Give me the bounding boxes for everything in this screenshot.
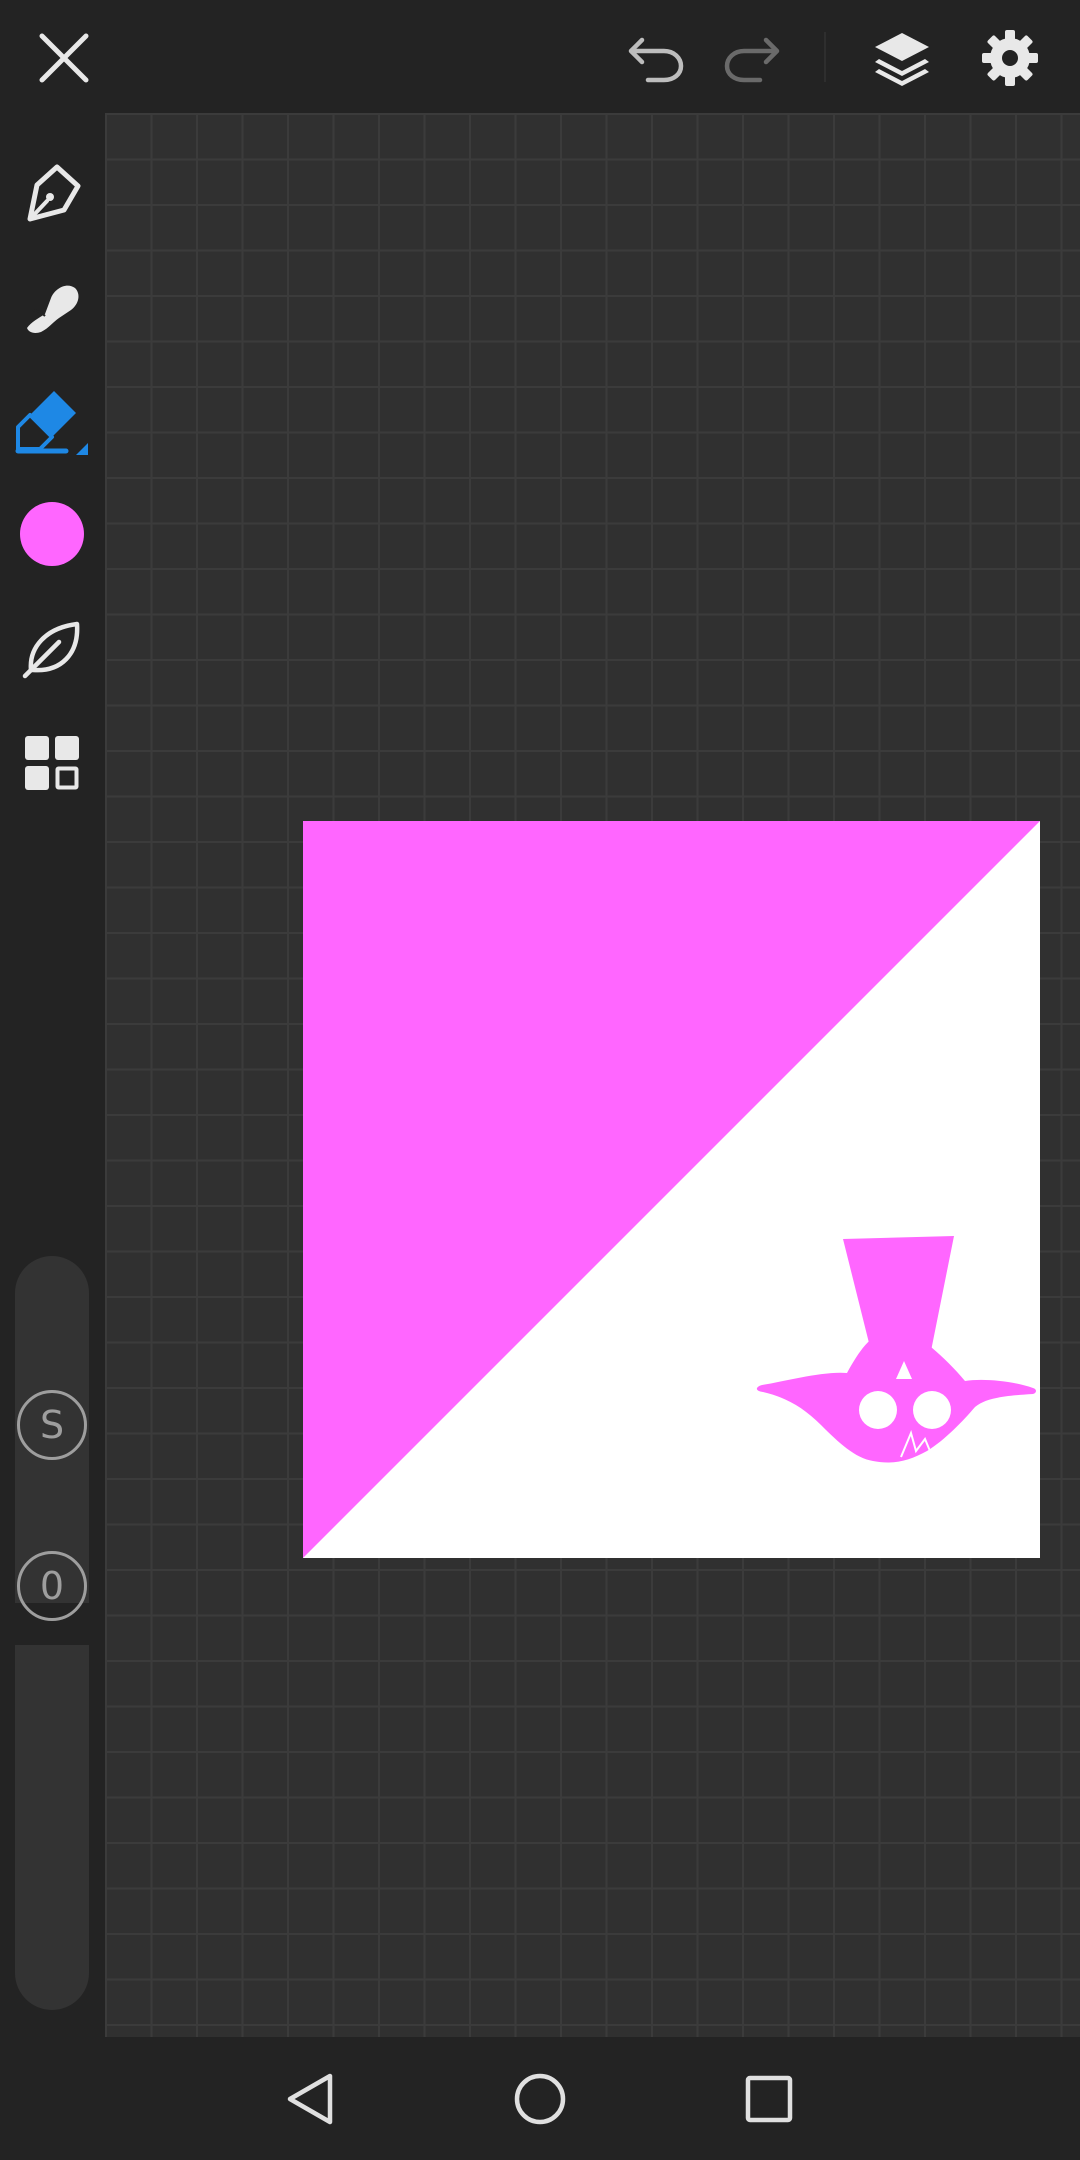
top-toolbar: [0, 0, 1080, 113]
drawing-workspace[interactable]: [105, 113, 1080, 2037]
nav-recents-button[interactable]: [727, 2057, 811, 2141]
current-color-swatch: [20, 502, 84, 566]
color-picker-button[interactable]: [8, 490, 96, 578]
system-navigation-bar: [0, 2037, 1080, 2160]
layers-icon: [875, 33, 929, 86]
grid-icon: [25, 736, 79, 790]
tool-eraser[interactable]: [8, 377, 96, 465]
nav-back-button[interactable]: [268, 2057, 352, 2141]
gear-icon: [982, 30, 1038, 86]
undo-button[interactable]: [614, 16, 698, 100]
redo-icon: [724, 37, 780, 83]
recents-square-icon: [745, 2075, 793, 2123]
settings-button[interactable]: [968, 16, 1052, 100]
tool-sidebar: S 0: [0, 113, 105, 2037]
smudge-finger-icon: [27, 285, 79, 333]
more-tools-button[interactable]: [8, 719, 96, 807]
leaf-icon: [22, 621, 80, 679]
brush-size-slider-thumb[interactable]: S: [17, 1390, 87, 1460]
eraser-icon: [15, 391, 88, 455]
artwork: [303, 821, 1040, 1558]
nav-home-button[interactable]: [498, 2057, 582, 2141]
tool-pen[interactable]: [8, 149, 96, 237]
undo-icon: [628, 37, 684, 83]
close-icon: [39, 33, 89, 83]
redo-button[interactable]: [710, 16, 794, 100]
layers-button[interactable]: [860, 16, 944, 100]
back-triangle-icon: [287, 2073, 333, 2125]
brush-opacity-slider-thumb[interactable]: 0: [17, 1551, 87, 1621]
home-circle-icon: [514, 2073, 566, 2125]
brush-library-button[interactable]: [8, 605, 96, 693]
close-button[interactable]: [22, 16, 106, 100]
drawing-canvas[interactable]: [303, 821, 1040, 1558]
toolbar-divider: [824, 32, 826, 82]
pen-nib-icon: [27, 164, 81, 222]
tool-smudge[interactable]: [8, 263, 96, 351]
goblin-doodle: [756, 1236, 1036, 1463]
